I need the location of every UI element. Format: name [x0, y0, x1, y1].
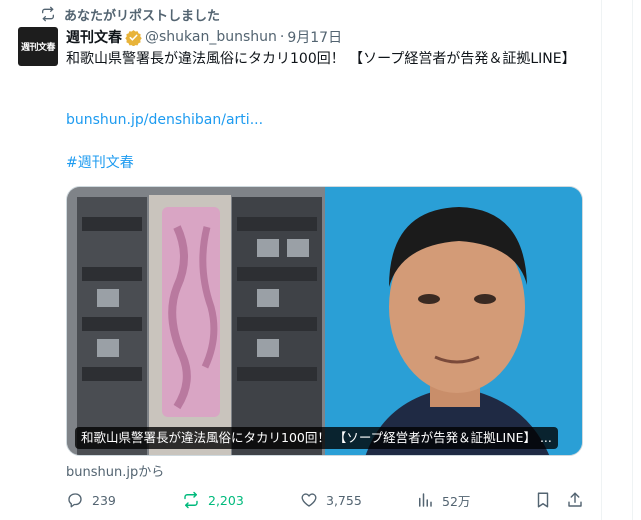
heart-icon [301, 493, 317, 507]
repost-icon [184, 491, 198, 509]
reply-button[interactable]: 239 [66, 489, 116, 511]
repost-banner: あなたがリポストしました [40, 6, 221, 24]
card-caption: 和歌山県警署長が違法風俗にタカリ100回！ 【ソープ経営者が告発＆証拠LINE】… [75, 427, 558, 449]
repost-button[interactable]: 2,203 [182, 489, 244, 511]
scroll-area [632, 0, 641, 520]
tweet-hashtag[interactable]: #週刊文春 [66, 152, 134, 172]
repost-banner-text: あなたがリポストしました [64, 8, 221, 24]
avatar[interactable]: 週刊文春 [18, 27, 58, 66]
like-button[interactable]: 3,755 [300, 489, 362, 511]
reply-count: 239 [92, 492, 116, 508]
avatar-logo-text: 週刊文春 [20, 43, 56, 53]
repost-icon [42, 6, 54, 22]
bookmark-button[interactable] [534, 489, 552, 511]
tweet-date[interactable]: 9月17日 [287, 27, 342, 47]
building-illustration [67, 187, 325, 455]
tweet-text: 和歌山県警署長が違法風俗にタカリ100回！ 【ソープ経営者が告発＆証拠LINE】 [66, 51, 576, 67]
verified-gold-badge-icon[interactable] [125, 29, 142, 46]
card-source[interactable]: bunshun.jpから [66, 461, 164, 480]
views-count: 52万 [442, 493, 471, 509]
tweet-header: 週刊文春 @shukan_bunshun · 9月17日 [66, 27, 342, 47]
timeline-divider [601, 0, 602, 520]
like-count: 3,755 [326, 492, 362, 508]
bar-chart-icon [419, 493, 432, 507]
author-name[interactable]: 週刊文春 [66, 27, 122, 47]
share-button[interactable] [566, 489, 584, 511]
author-handle[interactable]: @shukan_bunshun [145, 29, 277, 45]
action-bar: 239 2,203 3,755 52万 [60, 489, 590, 511]
tweet-link[interactable]: bunshun.jp/denshiban/arti... [66, 112, 263, 128]
repost-count: 2,203 [208, 492, 244, 508]
reply-icon [68, 493, 82, 508]
portrait-illustration [325, 187, 582, 455]
link-card[interactable]: 和歌山県警署長が違法風俗にタカリ100回！ 【ソープ経営者が告発＆証拠LINE】… [66, 186, 583, 456]
separator-dot: · [279, 29, 285, 45]
views-button[interactable]: 52万 [416, 489, 470, 511]
bookmark-icon [537, 492, 549, 508]
card-image-portrait [325, 187, 582, 455]
card-image-building [67, 187, 325, 455]
share-icon [568, 492, 582, 507]
